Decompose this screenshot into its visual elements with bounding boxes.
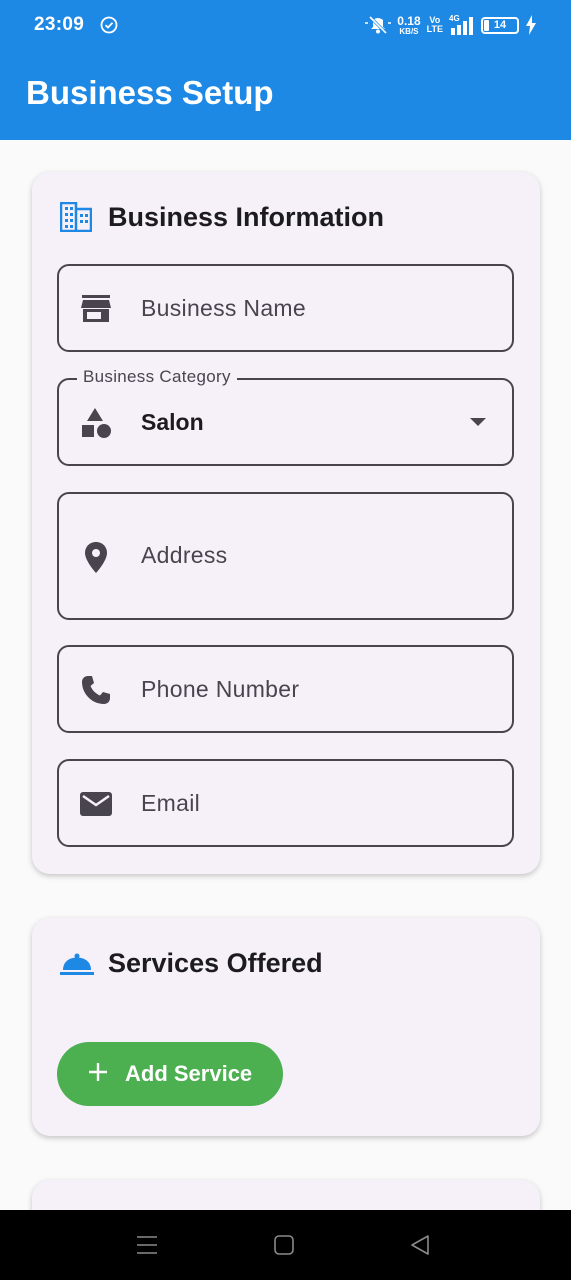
email-placeholder: Email [141,790,201,816]
business-info-title: Business Information [108,202,385,232]
business-name-field[interactable]: Business Name [57,264,514,352]
business-icon [60,202,92,232]
check-circle-icon [100,16,118,34]
location-icon [85,542,107,573]
address-placeholder: Address [141,542,228,568]
business-name-placeholder: Business Name [141,295,306,321]
net-speed: 0.18 KB/S [397,15,420,36]
volte-indicator: Vo LTE [427,16,443,34]
volte-bottom: LTE [426,24,443,34]
add-service-button[interactable]: Add Service [57,1042,283,1106]
page-title: Business Setup [26,74,274,111]
battery-icon: 14 [481,16,519,34]
status-bar: 23:09 0.18 KB/S Vo LTE 4G 14 [0,0,571,52]
room-service-icon [60,953,94,975]
phone-placeholder: Phone Number [141,676,300,702]
add-icon [89,1063,107,1081]
status-time: 23:09 [34,14,85,35]
battery-level: 14 [493,19,507,31]
email-icon [80,792,112,816]
business-category-dropdown[interactable]: Business Category Salon [57,367,514,466]
chevron-down-icon [470,418,486,426]
net-speed-unit: KB/S [399,26,419,36]
store-icon [81,295,111,322]
email-field[interactable]: Email [57,759,514,847]
system-nav-bar [0,1210,571,1280]
net-speed-value: 0.18 [397,13,421,28]
add-service-label: Add Service [125,1061,253,1086]
signal-indicator: 4G [449,14,475,36]
business-info-card: Business Information Business Name Busin… [32,172,540,874]
menu-nav-icon[interactable] [135,1233,159,1257]
status-indicators: 0.18 KB/S Vo LTE 4G 14 [365,12,537,38]
services-card: Services Offered Add Service [32,918,540,1136]
business-category-value: Salon [141,409,204,435]
app-header: 23:09 0.18 KB/S Vo LTE 4G 14 Business Se… [0,0,571,140]
back-nav-icon[interactable] [408,1233,432,1257]
category-icon [82,408,111,438]
business-category-label: Business Category [77,367,237,387]
charging-icon [526,15,536,35]
address-field[interactable]: Address [57,492,514,620]
phone-icon [82,676,110,704]
mute-icon [365,15,392,35]
phone-number-field[interactable]: Phone Number [57,645,514,733]
signal-icon [451,17,473,35]
home-nav-icon[interactable] [272,1233,296,1257]
services-title: Services Offered [108,948,323,978]
